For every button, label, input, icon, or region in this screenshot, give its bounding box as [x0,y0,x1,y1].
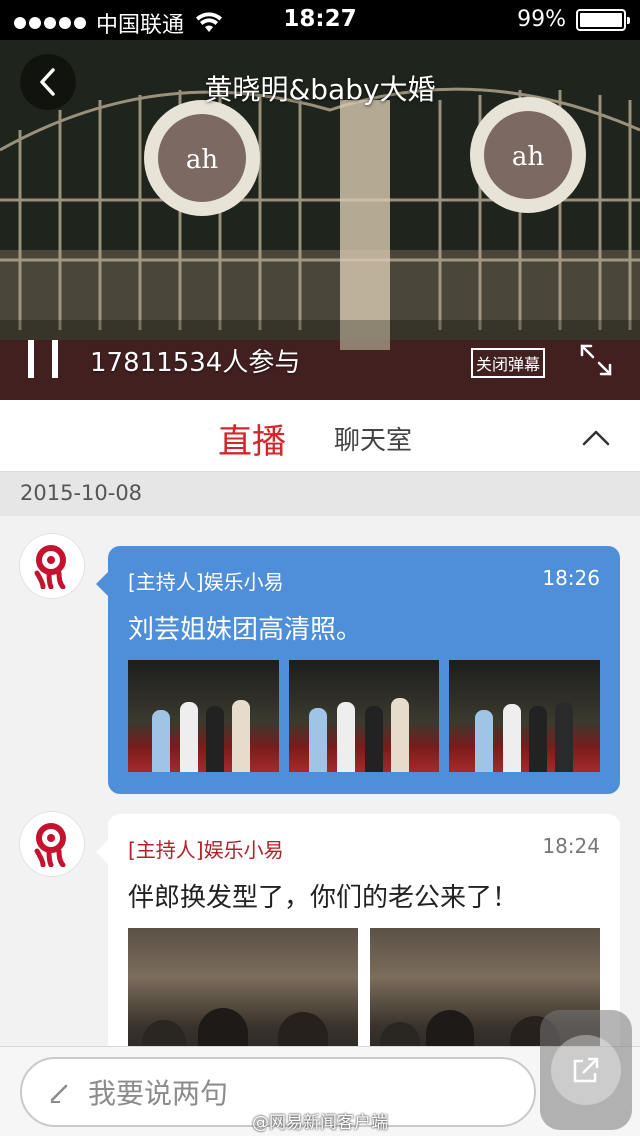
message-author: [主持人]娱乐小易 [128,570,284,594]
battery-percent: 99% [517,7,566,32]
pause-icon [28,340,34,378]
participant-count: 17811534人参与 [90,348,301,378]
comment-placeholder: 我要说两句 [88,1077,229,1110]
message-time: 18:26 [542,566,600,590]
svg-text:ah: ah [512,142,545,172]
netease-logo-icon [34,545,66,589]
message-author: [主持人]娱乐小易 [128,838,284,862]
share-button[interactable] [540,1010,632,1130]
message-photo[interactable] [128,660,279,772]
message-photo[interactable] [128,928,358,1046]
message-card[interactable]: [主持人]娱乐小易 18:24 伴郎换发型了，你们的老公来了！ [96,814,620,1046]
live-video-player[interactable]: ah ah 黄晓明&baby大婚 17811534人参与 关闭弹幕 [0,40,640,400]
message-text: 刘芸姐妹团高清照。 [128,615,363,645]
status-bar: 中国联通 18:27 99% [0,0,640,40]
tab-bar: 直播 聊天室 [0,400,640,472]
chevron-up-icon[interactable] [578,420,614,456]
live-feed[interactable]: [主持人]娱乐小易 18:26 刘芸姐妹团高清照。 [主持人]娱乐小易 18:2… [0,516,640,1046]
pause-button[interactable] [28,340,58,378]
close-danmu-button[interactable]: 关闭弹幕 [471,348,546,378]
message-time: 18:24 [542,834,600,858]
avatar[interactable] [20,534,84,598]
share-icon [573,1057,599,1083]
watermark: @网易新闻客户端 [252,1113,388,1133]
message-text: 伴郎换发型了，你们的老公来了！ [128,883,519,913]
message-photo[interactable] [449,660,601,772]
event-title: 黄晓明&baby大婚 [204,73,436,106]
date-label: 2015-10-08 [20,481,143,505]
message-photo[interactable] [288,660,440,772]
battery-icon [576,8,630,31]
date-divider: 2015-10-08 [0,472,640,516]
tab-live[interactable]: 直播 [218,414,286,463]
tab-chat-room[interactable]: 聊天室 [334,420,412,457]
fullscreen-icon[interactable] [578,342,614,378]
netease-logo-icon [34,823,66,867]
pencil-icon [50,1084,68,1103]
avatar[interactable] [20,812,84,876]
svg-text:ah: ah [186,145,219,175]
message-card[interactable]: [主持人]娱乐小易 18:26 刘芸姐妹团高清照。 [96,546,620,794]
